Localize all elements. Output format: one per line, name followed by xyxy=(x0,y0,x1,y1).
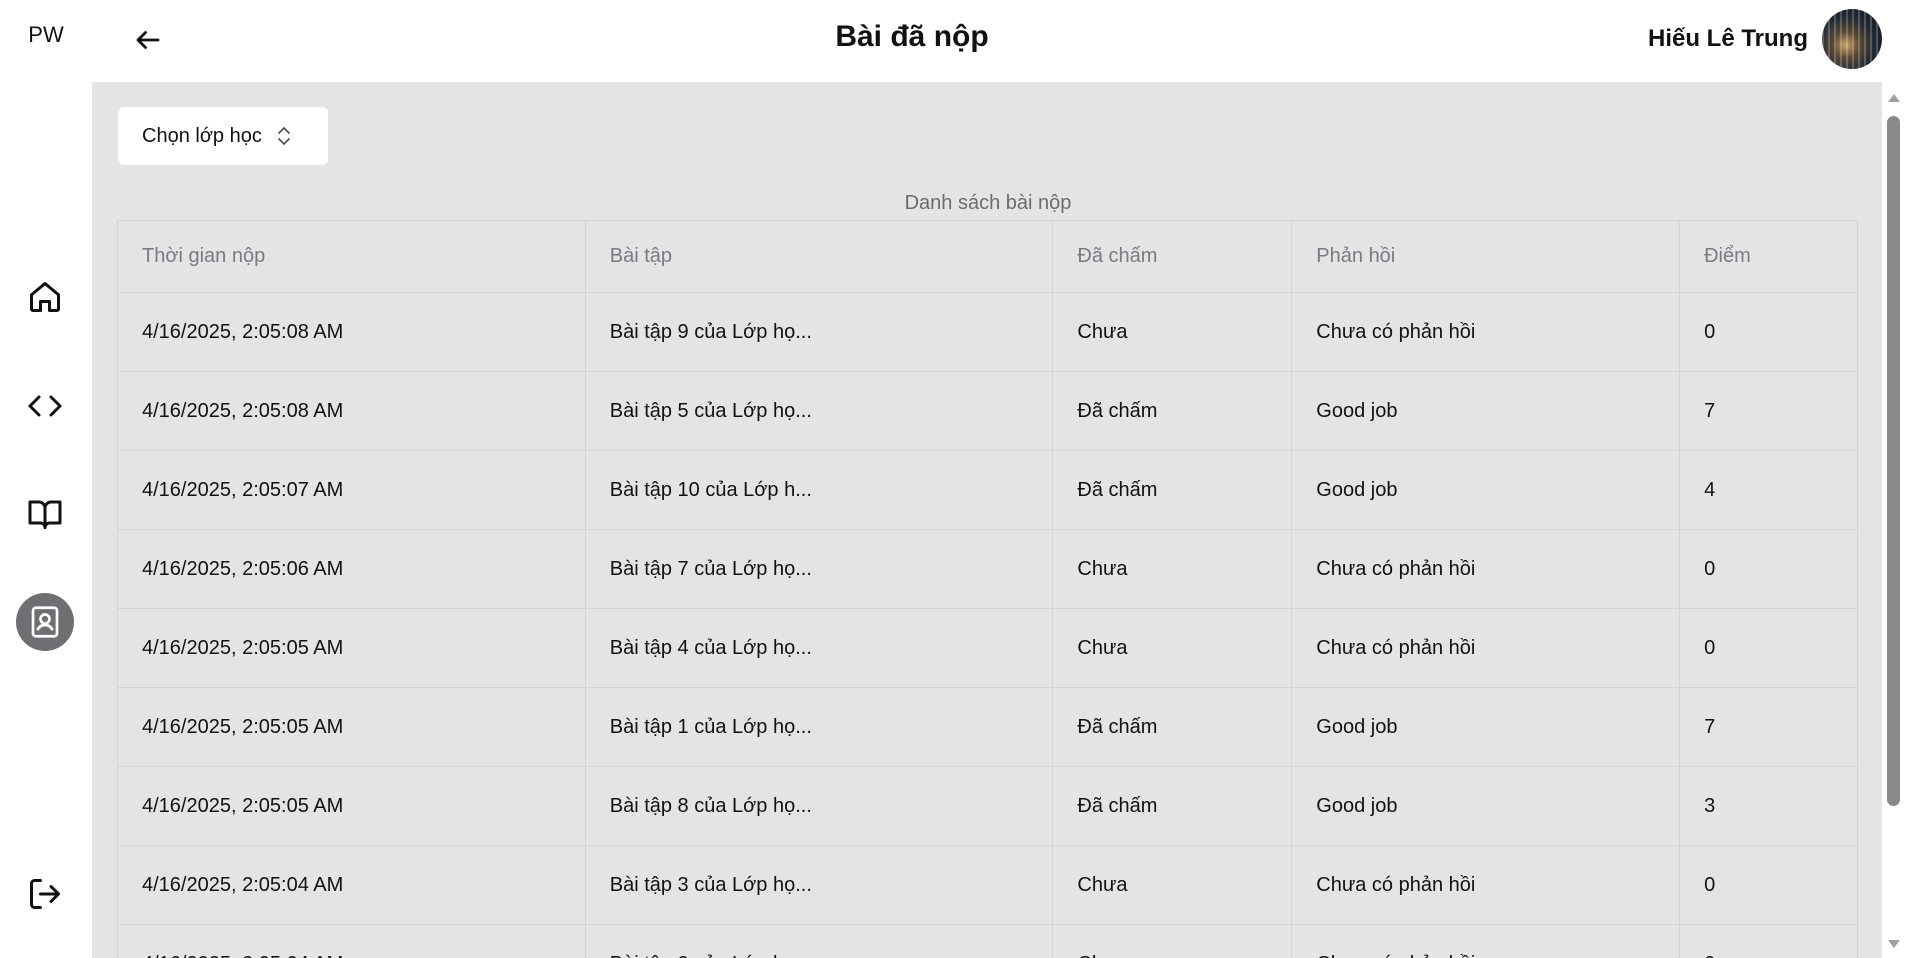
cell-time: 4/16/2025, 2:05:06 AM xyxy=(117,529,586,609)
cell-graded: Đã chấm xyxy=(1052,371,1293,451)
sidebar: PW xyxy=(0,0,92,958)
cell-feedback: Chưa có phản hồi xyxy=(1291,845,1681,925)
cell-graded: Chưa xyxy=(1052,529,1293,609)
nav-submissions[interactable] xyxy=(16,593,74,651)
cell-feedback: Chưa có phản hồi xyxy=(1291,608,1681,688)
cell-assignment: Bài tập 1 của Lớp họ... xyxy=(584,687,1054,767)
cell-graded: Chưa xyxy=(1052,924,1293,958)
cell-feedback: Chưa có phản hồi xyxy=(1291,924,1681,958)
cell-time: 4/16/2025, 2:05:05 AM xyxy=(117,766,586,846)
cell-feedback: Chưa có phản hồi xyxy=(1291,529,1681,609)
cell-feedback: Good job xyxy=(1291,687,1681,767)
column-header-score: Điểm xyxy=(1679,220,1858,293)
avatar[interactable] xyxy=(1822,9,1882,69)
logout-icon xyxy=(30,879,60,909)
cell-score: 4 xyxy=(1679,450,1858,530)
scrollbar[interactable] xyxy=(1882,82,1905,958)
cell-assignment: Bài tập 4 của Lớp họ... xyxy=(584,608,1054,688)
class-select[interactable]: Chọn lớp học xyxy=(118,107,328,165)
cell-assignment: Bài tập 5 của Lớp họ... xyxy=(584,371,1054,451)
cell-time: 4/16/2025, 2:05:04 AM xyxy=(117,845,586,925)
cell-assignment: Bài tập 2 của Lớp họ... xyxy=(584,924,1054,958)
cell-time: 4/16/2025, 2:05:05 AM xyxy=(117,687,586,767)
book-icon xyxy=(28,500,62,529)
cell-feedback: Good job xyxy=(1291,371,1681,451)
cell-graded: Chưa xyxy=(1052,845,1293,925)
table-caption: Danh sách bài nộp xyxy=(904,192,1072,214)
cell-time: 4/16/2025, 2:05:08 AM xyxy=(117,292,586,372)
cell-time: 4/16/2025, 2:05:08 AM xyxy=(117,371,586,451)
user-name[interactable]: Hiếu Lê Trung xyxy=(1648,25,1808,53)
cell-graded: Đã chấm xyxy=(1052,766,1293,846)
table-row[interactable]: 4/16/2025, 2:05:05 AM Bài tập 8 của Lớp h… xyxy=(117,766,1858,846)
column-header-time: Thời gian nộp xyxy=(117,220,586,293)
cell-assignment: Bài tập 7 của Lớp họ... xyxy=(584,529,1054,609)
header: Bài đã nộp Hiếu Lê Trung xyxy=(92,0,1905,82)
nav-home[interactable] xyxy=(16,268,74,326)
scroll-down-arrow-icon[interactable] xyxy=(1888,940,1900,948)
contact-book-icon xyxy=(31,606,59,638)
table-row[interactable]: 4/16/2025, 2:05:08 AM Bài tập 5 của Lớp h… xyxy=(117,371,1858,451)
cell-score: 3 xyxy=(1679,766,1858,846)
logout-button[interactable] xyxy=(16,865,74,923)
cell-assignment: Bài tập 9 của Lớp họ... xyxy=(584,292,1054,372)
cell-feedback: Good job xyxy=(1291,450,1681,530)
chevron-up-down-icon xyxy=(277,127,290,145)
cell-graded: Chưa xyxy=(1052,292,1293,372)
scroll-thumb[interactable] xyxy=(1887,116,1900,806)
cell-time: 4/16/2025, 2:05:05 AM xyxy=(117,608,586,688)
table-row[interactable]: 4/16/2025, 2:05:07 AM Bài tập 10 của Lớp … xyxy=(117,450,1858,530)
table-row[interactable]: 4/16/2025, 2:05:06 AM Bài tập 7 của Lớp h… xyxy=(117,529,1858,609)
cell-assignment: Bài tập 10 của Lớp h... xyxy=(584,450,1054,530)
cell-time: 4/16/2025, 2:05:04 AM xyxy=(117,924,586,958)
table-row[interactable]: 4/16/2025, 2:05:05 AM Bài tập 4 của Lớp h… xyxy=(117,608,1858,688)
cell-score: 0 xyxy=(1679,608,1858,688)
page-title: Bài đã nộp xyxy=(835,20,989,53)
cell-score: 0 xyxy=(1679,924,1858,958)
table-row[interactable]: 4/16/2025, 2:05:04 AMBài tập 2 của Lớp h… xyxy=(117,924,1858,958)
cell-score: 7 xyxy=(1679,687,1858,767)
cell-graded: Đã chấm xyxy=(1052,687,1293,767)
cell-assignment: Bài tập 8 của Lớp họ... xyxy=(584,766,1054,846)
table-header-row: Thời gian nộp Bài tập Đã chấm Phản hồi Đ… xyxy=(117,220,1858,293)
main-content: Chọn lớp học Danh sách bài nộp Thời gian… xyxy=(92,82,1882,958)
class-select-label: Chọn lớp học xyxy=(142,124,262,147)
app-logo[interactable]: PW xyxy=(0,22,92,48)
cell-graded: Đã chấm xyxy=(1052,450,1293,530)
home-icon xyxy=(30,282,60,312)
code-icon xyxy=(28,395,62,417)
nav-book[interactable] xyxy=(16,485,74,543)
column-header-feedback: Phản hồi xyxy=(1291,220,1681,293)
submissions-table: Thời gian nộp Bài tập Đã chấm Phản hồi Đ… xyxy=(117,220,1858,958)
cell-graded: Chưa xyxy=(1052,608,1293,688)
column-header-assignment: Bài tập xyxy=(584,220,1054,293)
nav-code[interactable] xyxy=(16,377,74,435)
cell-assignment: Bài tập 3 của Lớp họ... xyxy=(584,845,1054,925)
cell-time: 4/16/2025, 2:05:07 AM xyxy=(117,450,586,530)
column-header-graded: Đã chấm xyxy=(1052,220,1293,293)
scroll-up-arrow-icon[interactable] xyxy=(1888,94,1900,102)
cell-feedback: Chưa có phản hồi xyxy=(1291,292,1681,372)
cell-score: 0 xyxy=(1679,292,1858,372)
cell-feedback: Good job xyxy=(1291,766,1681,846)
cell-score: 7 xyxy=(1679,371,1858,451)
table-row[interactable]: 4/16/2025, 2:05:04 AM Bài tập 3 của Lớp h… xyxy=(117,845,1858,925)
table-row[interactable]: 4/16/2025, 2:05:08 AM Bài tập 9 của Lớp h… xyxy=(117,292,1858,372)
cell-score: 0 xyxy=(1679,845,1858,925)
table-row[interactable]: 4/16/2025, 2:05:05 AM Bài tập 1 của Lớp h… xyxy=(117,687,1858,767)
cell-score: 0 xyxy=(1679,529,1858,609)
